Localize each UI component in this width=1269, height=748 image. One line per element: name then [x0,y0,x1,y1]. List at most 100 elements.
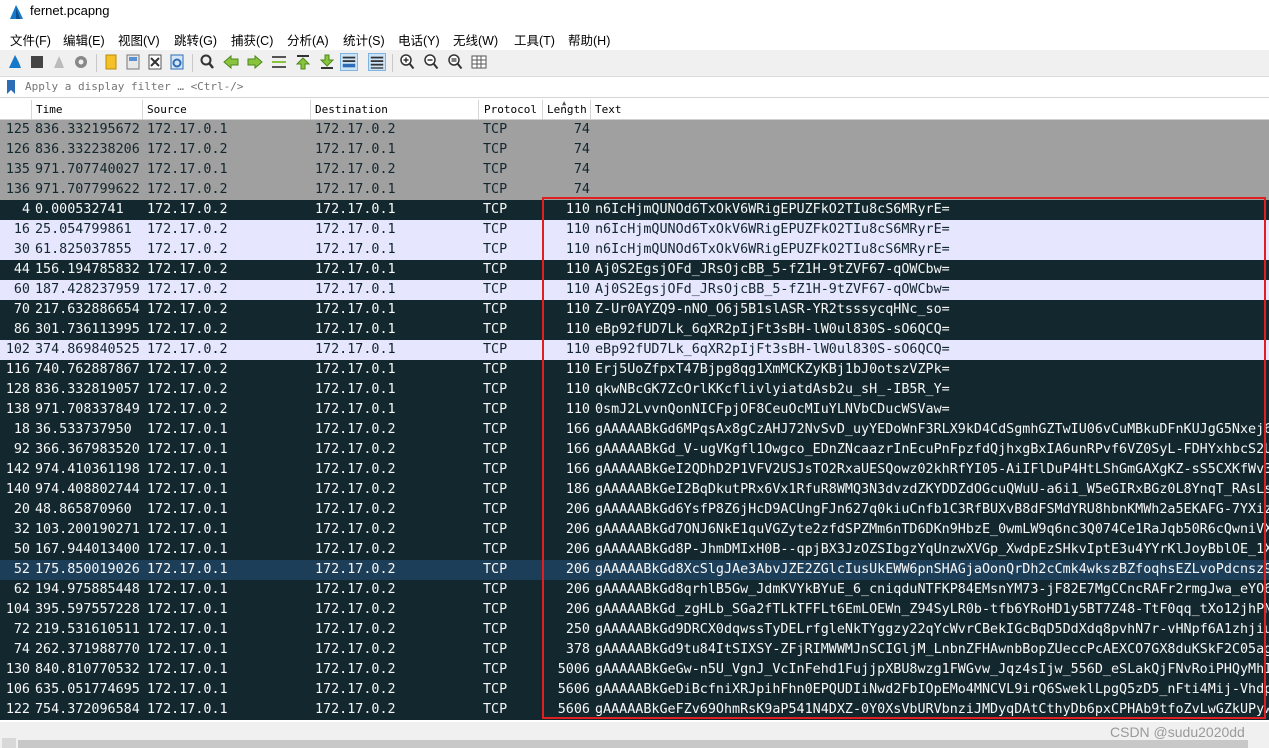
column-header-protocol[interactable]: Protocol [484,103,537,116]
packet-text: n6IcHjmQUNOd6TxOkV6WRigEPUZFkO2TIu8cS6MR… [595,242,950,257]
packet-row[interactable]: 30 61.825037855 172.17.0.2 172.17.0.1 TCP 110… [0,240,1269,260]
menu-view[interactable]: 视图(V) [118,30,160,49]
packet-row[interactable]: 74 262.371988770 172.17.0.1 172.17.0.2 TCP 37… [0,640,1269,660]
column-divider[interactable] [31,100,32,119]
menu-file[interactable]: 文件(F) [10,30,51,49]
display-filter-input[interactable] [22,78,1268,94]
column-header-text[interactable]: Text [595,103,622,116]
packet-protocol: TCP [483,542,508,557]
horizontal-scrollbar[interactable] [18,740,1248,748]
menu-tools[interactable]: 工具(T) [514,30,555,49]
packet-destination: 172.17.0.1 [315,242,396,257]
column-divider[interactable] [590,100,591,119]
packet-destination: 172.17.0.1 [315,322,396,337]
packet-row[interactable]: 128 836.332819057 172.17.0.2 172.17.0.1 TCP 1… [0,380,1269,400]
packet-text: gAAAAABkGd6YsfP8Z6jHcD9ACUngFJn627q0kiuC… [595,502,1269,517]
packet-row[interactable]: 50 167.944013400 172.17.0.1 172.17.0.2 TCP 20… [0,540,1269,560]
packet-row[interactable]: 44 156.194785832 172.17.0.2 172.17.0.1 TCP 11… [0,260,1269,280]
scroll-left-button[interactable] [2,738,16,748]
menu-telephony[interactable]: 电话(Y) [398,30,440,49]
restart-capture-icon[interactable] [50,53,68,71]
go-back-icon[interactable] [222,53,240,71]
packet-row[interactable]: 18 36.533737950 172.17.0.1 172.17.0.2 TCP 166… [0,420,1269,440]
packet-row[interactable]: 122 754.372096584 172.17.0.1 172.17.0.2 TCP 5… [0,700,1269,720]
packet-row[interactable]: 142 974.410361198 172.17.0.1 172.17.0.2 TCP 1… [0,460,1269,480]
column-header-destination[interactable]: Destination [315,103,388,116]
menu-help[interactable]: 帮助(H) [568,30,610,49]
go-first-icon[interactable] [294,53,312,71]
capture-options-icon[interactable] [72,53,90,71]
packet-row[interactable]: 32 103.200190271 172.17.0.1 172.17.0.2 TCP 20… [0,520,1269,540]
go-last-icon[interactable] [318,53,336,71]
menu-wireless[interactable]: 无线(W) [453,30,498,49]
menu-go[interactable]: 跳转(G) [174,30,217,49]
packet-length: 206 [565,582,590,597]
go-to-packet-icon[interactable] [270,53,288,71]
colorize-icon[interactable] [368,53,386,71]
packet-protocol: TCP [483,442,508,457]
save-file-icon[interactable] [124,53,142,71]
packet-source: 172.17.0.1 [147,502,228,517]
menu-analyze[interactable]: 分析(A) [287,30,329,49]
column-divider[interactable] [310,100,311,119]
zoom-out-icon[interactable] [422,53,440,71]
column-header-time[interactable]: Time [36,103,63,116]
packet-row[interactable]: 138 971.708337849 172.17.0.2 172.17.0.1 TCP 1… [0,400,1269,420]
packet-row[interactable]: 92 366.367983520 172.17.0.1 172.17.0.2 TCP 16… [0,440,1269,460]
menu-capture[interactable]: 捕获(C) [231,30,273,49]
open-file-icon[interactable] [102,53,120,71]
packet-time: 36.533737950 [35,422,132,437]
packet-text: gAAAAABkGd9DRCX0dqwssTyDELrfgleNkTYggzy2… [595,622,1269,637]
column-divider[interactable] [478,100,479,119]
reload-file-icon[interactable] [168,53,186,71]
packet-protocol: TCP [483,642,508,657]
packet-length: 110 [565,242,590,257]
packet-row[interactable]: 116 740.762887867 172.17.0.2 172.17.0.1 TCP 1… [0,360,1269,380]
packet-row[interactable]: 140 974.408802744 172.17.0.1 172.17.0.2 TCP 1… [0,480,1269,500]
packet-row[interactable]: 126 836.332238206 172.17.0.2 172.17.0.1 TCP 7… [0,140,1269,160]
packet-source: 172.17.0.2 [147,282,228,297]
packet-row[interactable]: 16 25.054799861 172.17.0.2 172.17.0.1 TCP 110… [0,220,1269,240]
packet-row[interactable]: 102 374.869840525 172.17.0.2 172.17.0.1 TCP 1… [0,340,1269,360]
menu-statistics[interactable]: 统计(S) [343,30,385,49]
go-forward-icon[interactable] [246,53,264,71]
start-capture-icon[interactable] [6,53,24,71]
packet-row[interactable]: 62 194.975885448 172.17.0.1 172.17.0.2 TCP 20… [0,580,1269,600]
column-divider[interactable] [542,100,543,119]
packet-protocol: TCP [483,222,508,237]
packet-length: 206 [565,502,590,517]
packet-text: gAAAAABkGeFZv69OhmRsK9aP541N4DXZ-0Y0XsVb… [595,702,1269,717]
menu-edit[interactable]: 编辑(E) [63,30,105,49]
packet-row[interactable]: 135 971.707740027 172.17.0.1 172.17.0.2 TCP 7… [0,160,1269,180]
packet-destination: 172.17.0.2 [315,122,396,137]
packet-row[interactable]: 104 395.597557228 172.17.0.1 172.17.0.2 TCP 2… [0,600,1269,620]
packet-row[interactable]: 125 836.332195672 172.17.0.1 172.17.0.2 TCP 7… [0,120,1269,140]
autoscroll-icon[interactable] [340,53,358,71]
packet-row[interactable]: 136 971.707799622 172.17.0.2 172.17.0.1 TCP 7… [0,180,1269,200]
zoom-in-icon[interactable] [398,53,416,71]
find-packet-icon[interactable] [198,53,216,71]
packet-number: 60 [13,282,30,297]
zoom-normal-icon[interactable] [446,53,464,71]
packet-protocol: TCP [483,562,508,577]
packet-row[interactable]: 72 219.531610511 172.17.0.1 172.17.0.2 TCP 25… [0,620,1269,640]
stop-capture-icon[interactable] [28,53,46,71]
packet-row[interactable]: 70 217.632886654 172.17.0.2 172.17.0.1 TCP 11… [0,300,1269,320]
close-file-icon[interactable] [146,53,164,71]
packet-time: 25.054799861 [35,222,132,237]
packet-row[interactable]: 130 840.810770532 172.17.0.1 172.17.0.2 TCP 5… [0,660,1269,680]
packet-row[interactable]: 106 635.051774695 172.17.0.1 172.17.0.2 TCP 5… [0,680,1269,700]
packet-text: gAAAAABkGeGw-n5U_VgnJ_VcInFehd1FujjpXBU8… [595,662,1269,677]
column-header-length[interactable]: Length [547,103,587,116]
packet-row[interactable]: 86 301.736113995 172.17.0.2 172.17.0.1 TCP 11… [0,320,1269,340]
packet-row[interactable]: 52 175.850019026 172.17.0.1 172.17.0.2 TCP 20… [0,560,1269,580]
column-divider[interactable] [142,100,143,119]
packet-number: 70 [13,302,30,317]
packet-row[interactable]: 20 48.865870960 172.17.0.1 172.17.0.2 TCP 206… [0,500,1269,520]
resize-columns-icon[interactable] [470,53,488,71]
bookmark-icon[interactable] [6,80,16,94]
column-header-source[interactable]: Source [147,103,187,116]
packet-row[interactable]: 60 187.428237959 172.17.0.2 172.17.0.1 TCP 11… [0,280,1269,300]
packet-row[interactable]: 4 0.000532741 172.17.0.2 172.17.0.1 TCP 110 n6… [0,200,1269,220]
packet-text: n6IcHjmQUNOd6TxOkV6WRigEPUZFkO2TIu8cS6MR… [595,202,950,217]
